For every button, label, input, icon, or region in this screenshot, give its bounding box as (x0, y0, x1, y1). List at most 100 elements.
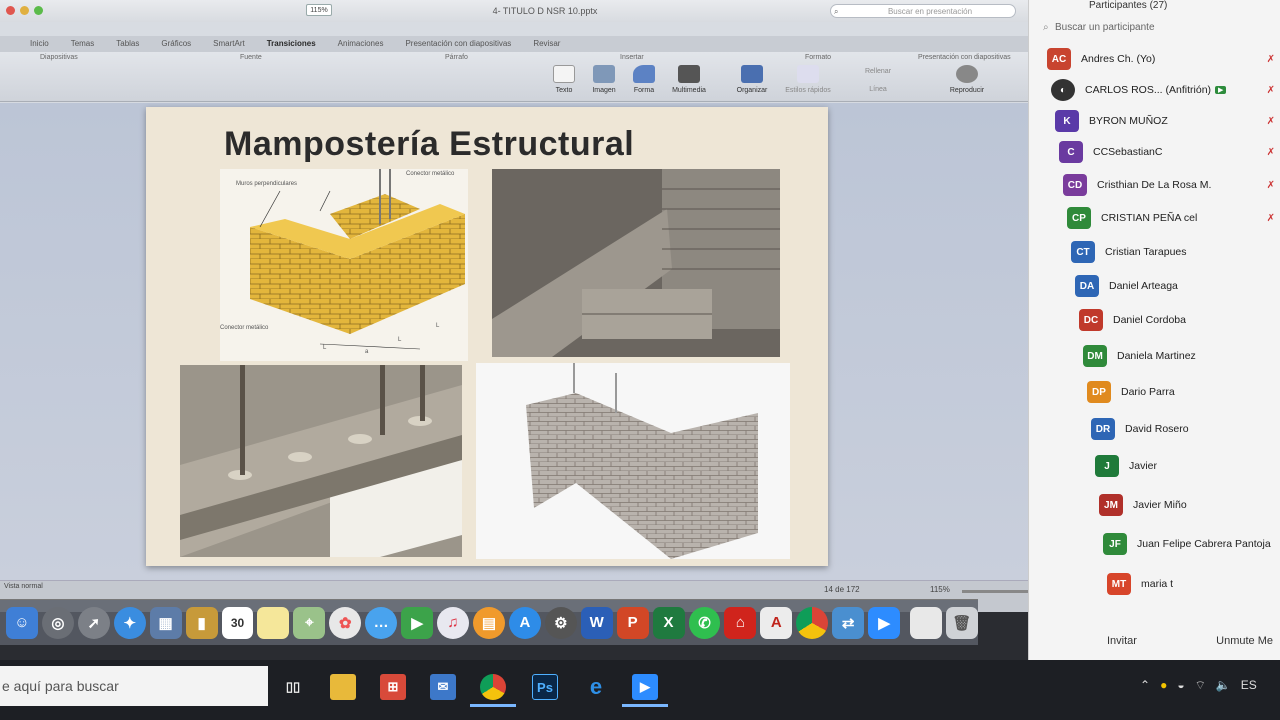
photoshop-icon[interactable]: Ps (532, 674, 558, 700)
participant-search-input[interactable]: ⌕ Buscar un participante (1041, 18, 1280, 38)
participant-row[interactable]: ◐ CARLOS ROS... (Anfitrión) ▶ ✗ (1051, 76, 1280, 104)
corner-wall-3d (526, 363, 758, 559)
calendar-icon[interactable]: 30 (221, 606, 254, 639)
participant-row[interactable]: DC Daniel Cordoba (1079, 306, 1280, 334)
word-icon[interactable]: W (580, 606, 613, 639)
powerpoint-icon[interactable]: P (616, 606, 649, 639)
participant-row[interactable]: DA Daniel Arteaga (1075, 272, 1280, 300)
tab-revisar[interactable]: Revisar (533, 36, 560, 52)
taskbar-search-input[interactable]: e aquí para buscar (0, 666, 268, 706)
tab-graficos[interactable]: Gráficos (161, 36, 191, 52)
participant-name: CCSebastianC (1093, 146, 1163, 158)
close-window-button[interactable] (6, 6, 15, 15)
participant-row[interactable]: J Javier (1095, 452, 1280, 480)
search-input[interactable]: ⌕ Buscar en presentación (830, 4, 1016, 18)
itunes-icon[interactable]: ♫ (437, 606, 469, 639)
participant-row[interactable]: JM Javier Miño (1099, 491, 1280, 519)
active-indicator (622, 704, 668, 707)
participant-row[interactable]: DP Dario Parra (1087, 378, 1280, 406)
safari-icon[interactable]: ✦ (113, 606, 146, 639)
edge-icon[interactable]: e (583, 674, 609, 700)
finder-icon[interactable]: ☺ (6, 606, 38, 639)
construction-photo (492, 169, 780, 357)
acrobat-icon[interactable]: ⌂ (724, 606, 757, 639)
avatar: CP (1067, 207, 1091, 229)
block-cells-photo (180, 365, 462, 557)
organizar-button[interactable]: Organizar (730, 65, 774, 94)
acrobat-reader-icon[interactable]: A (760, 606, 793, 639)
messages-icon[interactable]: … (365, 606, 398, 639)
label-dim-l3: L (436, 323, 440, 329)
tab-transiciones[interactable]: Transiciones (267, 36, 316, 52)
view-mode-label: Vista normal (4, 583, 43, 590)
slide[interactable]: Mampostería Estructural Muros perpendicu… (146, 107, 828, 566)
avatar: CT (1071, 241, 1095, 263)
participant-row[interactable]: MT maria t (1107, 570, 1280, 598)
participant-row[interactable]: CP CRISTIAN PEÑA cel ✗ (1067, 204, 1280, 232)
zoom-field[interactable]: 115% (306, 4, 332, 16)
participant-row[interactable]: CT Cristian Tarapues (1071, 238, 1280, 266)
multimedia-button[interactable]: Multimedia (667, 65, 711, 94)
slide-canvas[interactable]: Mampostería Estructural Muros perpendicu… (0, 103, 1072, 580)
tab-temas[interactable]: Temas (71, 36, 95, 52)
imagen-button[interactable]: Imagen (582, 65, 626, 94)
ibooks-icon[interactable]: ▤ (472, 606, 505, 639)
texto-button[interactable]: Texto (542, 65, 586, 94)
tab-animaciones[interactable]: Animaciones (338, 36, 384, 52)
unmute-me-button[interactable]: Unmute Me (1216, 624, 1273, 658)
volume-icon[interactable]: 🔈 (1216, 678, 1231, 693)
minimize-window-button[interactable] (20, 6, 29, 15)
avatar: ◐ (1051, 79, 1075, 101)
launchpad-icon[interactable]: ◎ (41, 606, 74, 639)
migration-icon[interactable]: ⇄ (832, 606, 865, 639)
participant-name: Cristian Tarapues (1105, 246, 1187, 258)
invite-button[interactable]: Invitar (1107, 624, 1137, 658)
participant-row[interactable]: AC Andres Ch. (Yo) ✗ (1047, 45, 1280, 73)
photos-icon[interactable]: ✿ (329, 606, 362, 639)
chevron-up-icon[interactable]: ⌃ (1140, 678, 1150, 693)
folder-icon[interactable] (910, 606, 942, 639)
chrome-icon[interactable] (480, 674, 506, 700)
notes-icon[interactable]: ▮ (185, 606, 218, 639)
estilos-rapidos-button[interactable]: Estilos rápidos (784, 65, 832, 94)
excel-icon[interactable]: X (652, 606, 685, 639)
participant-row[interactable]: C CCSebastianC ✗ (1059, 138, 1280, 166)
tab-inicio[interactable]: Inicio (30, 36, 49, 52)
participant-name: Javier Miño (1133, 499, 1187, 511)
zoom-slider[interactable] (962, 590, 1032, 593)
maps-icon[interactable]: ⌖ (293, 606, 326, 639)
trash-icon[interactable]: 🗑 (945, 606, 978, 639)
participant-row[interactable]: JF Juan Felipe Cabrera Pantoja (1103, 530, 1280, 558)
settings-icon[interactable]: ⚙ (544, 606, 577, 639)
participant-row[interactable]: CD Cristhian De La Rosa M. ✗ (1063, 171, 1280, 199)
zoom-window-button[interactable] (34, 6, 43, 15)
forma-button[interactable]: Forma (622, 65, 666, 94)
zoom-taskbar-icon[interactable]: ▶ (632, 674, 658, 700)
reproducir-button[interactable]: Reproducir (945, 65, 989, 94)
norton-icon[interactable]: ● (1160, 678, 1167, 693)
whatsapp-icon[interactable]: ✆ (688, 606, 721, 639)
gift-icon[interactable]: ⊞ (380, 674, 406, 700)
wifi-icon[interactable]: ⌔ (1195, 678, 1206, 693)
network-icon[interactable]: ◒ (1177, 678, 1184, 693)
file-explorer-icon[interactable] (330, 674, 356, 700)
stickies-icon[interactable] (257, 606, 290, 639)
linea-button[interactable]: Línea (856, 82, 900, 93)
rocket-icon[interactable]: ➚ (77, 606, 110, 639)
participant-row[interactable]: DR David Rosero (1091, 415, 1280, 443)
participant-row[interactable]: DM Daniela Martinez (1083, 342, 1280, 370)
participant-row[interactable]: K BYRON MUÑOZ ✗ (1055, 107, 1280, 135)
window-titlebar: 115% 4- TITULO D NSR 10.pptx sáb 30 de a… (0, 0, 1090, 22)
photo-icon[interactable]: ▦ (149, 606, 182, 639)
language-indicator[interactable]: ES (1241, 678, 1257, 693)
task-view-icon[interactable]: ▯▯ (280, 674, 306, 700)
tab-tablas[interactable]: Tablas (116, 36, 139, 52)
rellenar-button[interactable]: Rellenar (856, 64, 900, 75)
mail-icon[interactable]: ✉ (430, 674, 456, 700)
chrome-icon[interactable] (796, 606, 829, 639)
facetime-icon[interactable]: ▶ (401, 606, 434, 639)
appstore-icon[interactable]: A (508, 606, 541, 639)
tab-presentacion[interactable]: Presentación con diapositivas (405, 36, 511, 52)
zoom-icon[interactable]: ▶ (868, 606, 901, 639)
tab-smartart[interactable]: SmartArt (213, 36, 245, 52)
